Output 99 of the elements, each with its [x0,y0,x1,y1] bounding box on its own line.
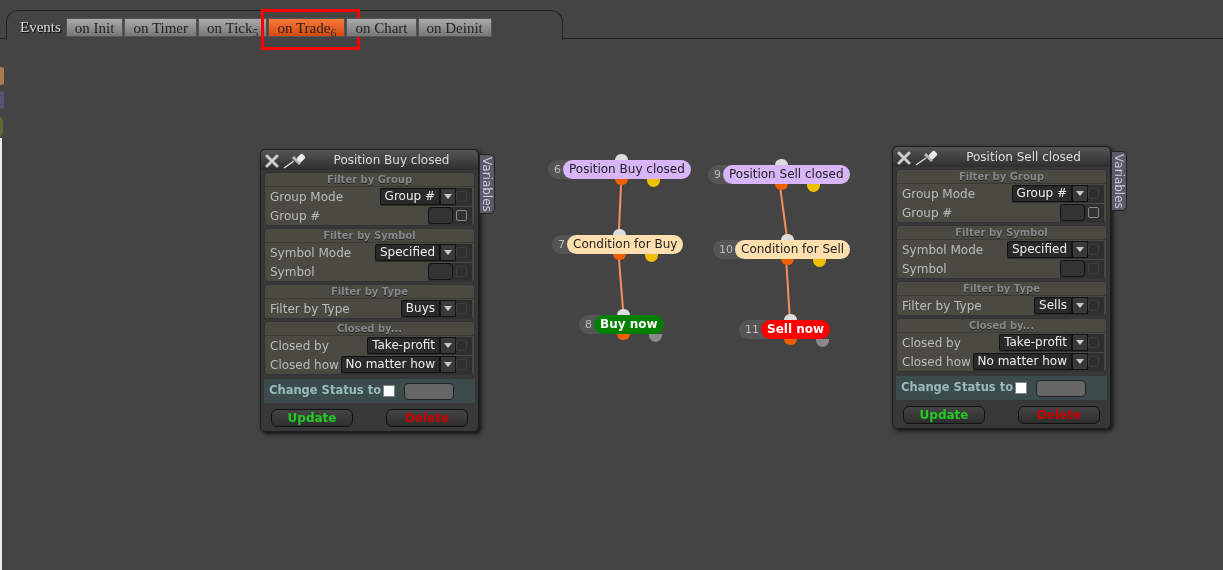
event-tab[interactable]: on Deinit [417,17,492,37]
dropdown-caret-icon [444,250,452,255]
dropdown-button[interactable] [1072,241,1088,258]
secondary-port[interactable] [815,339,829,347]
input-field[interactable] [1060,260,1085,277]
output-port[interactable] [783,339,797,345]
dropdown-caret-icon [444,306,452,311]
status-field[interactable] [404,382,454,400]
status-label: Change Status to [901,379,1015,397]
panel-title: Position Buy closed [332,152,451,169]
dropdown-caret-icon [1076,247,1084,252]
dropdown-caret-icon [1076,191,1084,196]
checkbox[interactable] [1088,207,1099,218]
dropdown-caret-icon [444,194,452,199]
connector-line [618,184,622,230]
dropdown-button[interactable] [1072,353,1088,370]
secondary-port[interactable] [645,254,658,262]
event-tab[interactable]: on Init [65,17,124,37]
input-field[interactable] [1060,204,1085,221]
section-header: Closed by... [265,322,474,336]
field-label: Group Mode [269,188,345,206]
field-label: Group Mode [901,185,977,203]
dropdown-button[interactable] [440,337,456,354]
field-label: Closed how [901,353,972,371]
secondary-port[interactable] [649,334,662,342]
event-tab[interactable]: on Timer [124,17,198,37]
input-port[interactable] [617,309,630,315]
flow-node[interactable]: Position Buy closed [563,160,691,179]
event-tab[interactable]: on Chart [346,17,417,37]
field-label: Filter by Type [269,300,351,318]
field-label: Closed how [269,356,340,374]
variables-tab[interactable]: Variables [479,154,495,214]
dropdown-caret-icon [1076,340,1084,345]
field-label: Closed by [269,337,330,355]
secondary-port[interactable] [806,184,820,192]
field-label: Group # [901,204,954,222]
section-header: Filter by Symbol [897,226,1106,240]
flow-node[interactable]: Buy now [594,315,664,334]
output-port[interactable] [615,179,628,185]
dropdown-caret-icon [444,343,452,348]
field-label: Closed by [901,334,962,352]
secondary-port[interactable] [647,179,660,187]
close-icon[interactable] [265,153,279,168]
flow-node[interactable]: Condition for Buy [567,235,684,254]
dropdown-button[interactable] [1072,334,1088,351]
checkbox[interactable] [1015,382,1027,394]
status-field[interactable] [1036,379,1086,397]
field-label: Symbol [901,260,948,278]
section-header: Filter by Type [897,282,1106,296]
dropdown-button[interactable] [440,300,456,317]
output-port[interactable] [774,184,788,190]
output-port[interactable] [617,334,630,340]
connector-line [618,259,624,310]
pin-icon[interactable] [914,149,938,166]
field-label: Symbol Mode [901,241,985,259]
field-label: Symbol [269,263,316,281]
output-port[interactable] [780,259,794,265]
flow-node[interactable]: Position Sell closed [723,165,850,184]
section-header: Filter by Type [265,285,474,299]
input-field[interactable] [428,263,453,280]
event-tab[interactable]: on Tick$_{5}$ [198,17,268,37]
variables-tab[interactable]: Variables [1111,151,1127,211]
pin-icon[interactable] [282,152,306,169]
status-label: Change Status to [269,382,383,400]
field-label: Group # [269,207,322,225]
input-port[interactable] [615,154,628,160]
dropdown-button[interactable] [440,244,456,261]
dropdown-button[interactable] [1072,185,1088,202]
connector-line [779,189,788,235]
field-label: Symbol Mode [269,244,353,262]
connector-line [785,264,791,315]
checkbox[interactable] [383,385,395,397]
input-port[interactable] [774,159,788,165]
update-button[interactable]: Update [903,406,985,424]
dropdown-button[interactable] [1072,297,1088,314]
section-header: Closed by... [897,319,1106,333]
input-port[interactable] [613,229,626,235]
output-port[interactable] [613,254,626,260]
event-tab[interactable]: on Trade$_{6}$ [268,17,346,37]
input-field[interactable] [428,207,453,224]
input-port[interactable] [780,234,794,240]
close-icon[interactable] [897,150,911,165]
events-label: Events [20,17,61,37]
section-header: Filter by Symbol [265,229,474,243]
dropdown-caret-icon [1076,303,1084,308]
section-header: Filter by Group [265,173,474,187]
checkbox[interactable] [456,210,467,221]
dropdown-caret-icon [1076,359,1084,364]
section-header: Filter by Group [897,170,1106,184]
dropdown-button[interactable] [440,356,456,373]
update-button[interactable]: Update [271,409,353,427]
secondary-port[interactable] [812,259,826,267]
panel-title: Position Sell closed [965,149,1082,166]
dropdown-caret-icon [444,362,452,367]
field-label: Filter by Type [901,297,983,315]
input-port[interactable] [783,314,797,320]
dropdown-button[interactable] [440,188,456,205]
flow-node[interactable]: Sell now [761,320,831,339]
flow-node[interactable]: Condition for Sell [735,240,851,259]
